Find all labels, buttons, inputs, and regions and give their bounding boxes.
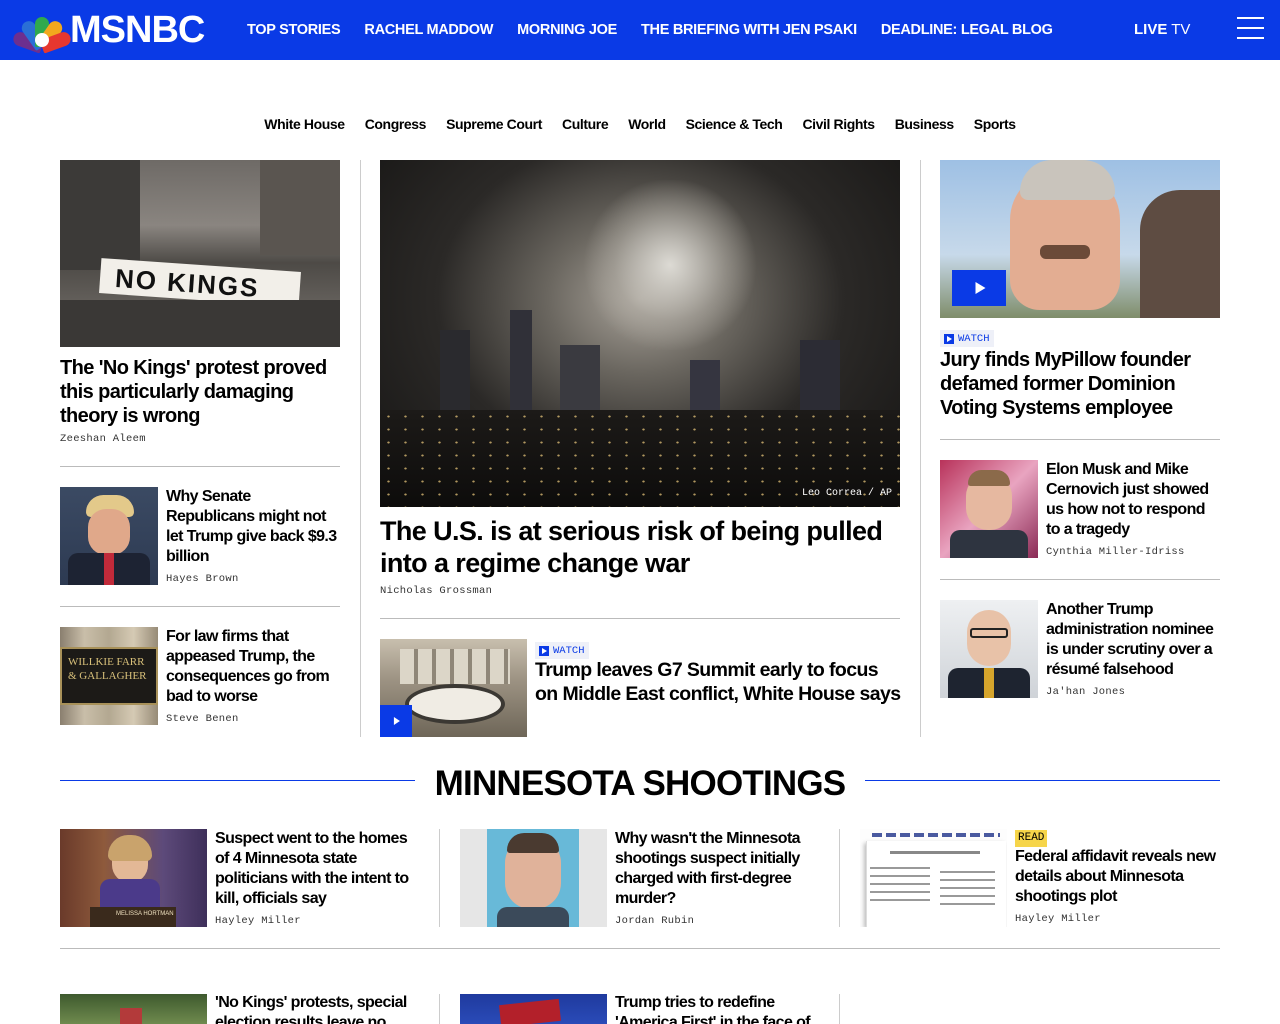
section-link-world[interactable]: World [628, 116, 666, 132]
byline-hayley-miller-2[interactable]: Hayley Miller [1015, 913, 1101, 925]
divider [60, 948, 1220, 949]
headline-mypillow-jury[interactable]: Jury finds MyPillow founder defamed form… [940, 348, 1220, 420]
video-play-icon[interactable] [952, 270, 1006, 306]
headline-nominee-resume[interactable]: Another Trump administration nominee is … [1046, 600, 1222, 680]
headline-no-kings-special-election[interactable]: 'No Kings' protests, special election re… [215, 993, 420, 1024]
section-rule-right [865, 780, 1220, 781]
nav-item-deadline-legal-blog[interactable]: DEADLINE: LEGAL BLOG [881, 22, 1053, 38]
divider [60, 466, 340, 467]
section-title[interactable]: MINNESOTA SHOOTINGS [0, 764, 1280, 804]
mike-lindell-image[interactable] [940, 160, 1220, 318]
column-divider [920, 160, 921, 737]
divider [380, 618, 900, 619]
divider [940, 439, 1220, 440]
headline-law-firms[interactable]: For law firms that appeased Trump, the c… [166, 627, 342, 707]
watch-badge: WATCH [535, 642, 589, 659]
photo-credit: Leo Correa / AP [801, 488, 892, 499]
primary-nav: TOP STORIES RACHEL MADDOW MORNING JOE TH… [247, 0, 1053, 60]
live-tv-link[interactable]: LIVE TV [1134, 21, 1190, 38]
headline-federal-affidavit[interactable]: Federal affidavit reveals new details ab… [1015, 847, 1225, 907]
read-badge: READ [1015, 830, 1048, 847]
byline-zeeshan-aleem[interactable]: Zeeshan Aleem [60, 433, 146, 445]
headline-senate-republicans[interactable]: Why Senate Republicans might not let Tru… [166, 487, 342, 567]
byline-hayes-brown[interactable]: Hayes Brown [166, 573, 239, 585]
hortman-podium-image[interactable]: MELISSA HORTMAN [60, 829, 207, 927]
nominee-portrait-image[interactable] [940, 600, 1038, 698]
no-kings-protest-image[interactable]: NO KINGS [60, 160, 340, 347]
headline-regime-change-war[interactable]: The U.S. is at serious risk of being pul… [380, 515, 900, 579]
g7-summit-image[interactable] [380, 639, 527, 737]
play-badge-icon [539, 645, 549, 656]
law-firm-sign-text: WILLKIE FARR & GALLAGHER [68, 656, 147, 682]
headline-g7-summit[interactable]: Trump leaves G7 Summit early to focus on… [535, 658, 905, 706]
section-nav: White House Congress Supreme Court Cultu… [0, 116, 1280, 132]
tv-label: TV [1167, 21, 1191, 38]
section-link-business[interactable]: Business [895, 116, 954, 132]
video-play-icon[interactable] [380, 705, 412, 737]
byline-hayley-miller[interactable]: Hayley Miller [215, 915, 301, 927]
column-divider [439, 994, 440, 1024]
play-badge-icon [944, 333, 954, 344]
byline-nicholas-grossman[interactable]: Nicholas Grossman [380, 585, 492, 597]
section-link-congress[interactable]: Congress [365, 116, 427, 132]
byline-steve-benen[interactable]: Steve Benen [166, 713, 239, 725]
column-divider [839, 994, 840, 1024]
section-link-white-house[interactable]: White House [264, 116, 345, 132]
suspect-photo-image[interactable] [460, 829, 607, 927]
peacock-icon [11, 13, 73, 54]
headline-musk-cernovich[interactable]: Elon Musk and Mike Cernovich just showed… [1046, 460, 1222, 540]
america-first-image[interactable] [460, 994, 607, 1024]
section-link-civil-rights[interactable]: Civil Rights [802, 116, 875, 132]
byline-cynthia-miller-idriss[interactable]: Cynthia Miller-Idriss [1046, 546, 1185, 558]
live-label: LIVE [1134, 21, 1168, 38]
trump-portrait-image[interactable] [60, 487, 158, 585]
headline-not-charged-first-degree[interactable]: Why wasn't the Minnesota shootings suspe… [615, 829, 820, 909]
nav-item-top-stories[interactable]: TOP STORIES [247, 22, 341, 38]
section-link-supreme-court[interactable]: Supreme Court [446, 116, 542, 132]
watch-badge: WATCH [940, 330, 994, 347]
affidavit-document-image[interactable] [860, 829, 1007, 927]
divider [60, 606, 340, 607]
city-night-smoke-image[interactable]: Leo Correa / AP [380, 160, 900, 507]
headline-america-first[interactable]: Trump tries to redefine 'America First' … [615, 993, 820, 1024]
column-divider [360, 160, 361, 737]
byline-jordan-rubin[interactable]: Jordan Rubin [615, 915, 694, 927]
section-link-science-tech[interactable]: Science & Tech [686, 116, 783, 132]
section-link-sports[interactable]: Sports [974, 116, 1016, 132]
msnbc-logo[interactable]: MSNBC [11, 9, 205, 54]
headline-suspect-homes[interactable]: Suspect went to the homes of 4 Minnesota… [215, 829, 420, 909]
protest-trees-image[interactable] [60, 994, 207, 1024]
top-navigation-bar: MSNBC TOP STORIES RACHEL MADDOW MORNING … [0, 0, 1280, 60]
cernovich-image[interactable] [940, 460, 1038, 558]
nav-item-the-briefing[interactable]: THE BRIEFING WITH JEN PSAKI [641, 22, 857, 38]
law-firm-sign-image[interactable]: WILLKIE FARR & GALLAGHER [60, 627, 158, 725]
byline-jahan-jones[interactable]: Ja'han Jones [1046, 686, 1125, 698]
podium-placard-text: MELISSA HORTMAN [116, 911, 174, 917]
nav-item-rachel-maddow[interactable]: RACHEL MADDOW [364, 22, 493, 38]
logo-wordmark: MSNBC [70, 9, 205, 51]
column-divider [839, 829, 840, 927]
column-divider [439, 829, 440, 927]
nav-item-morning-joe[interactable]: MORNING JOE [517, 22, 617, 38]
hamburger-menu-icon[interactable] [1237, 17, 1264, 41]
divider [940, 579, 1220, 580]
headline-no-kings-theory[interactable]: The 'No Kings' protest proved this parti… [60, 356, 340, 428]
section-link-culture[interactable]: Culture [562, 116, 609, 132]
